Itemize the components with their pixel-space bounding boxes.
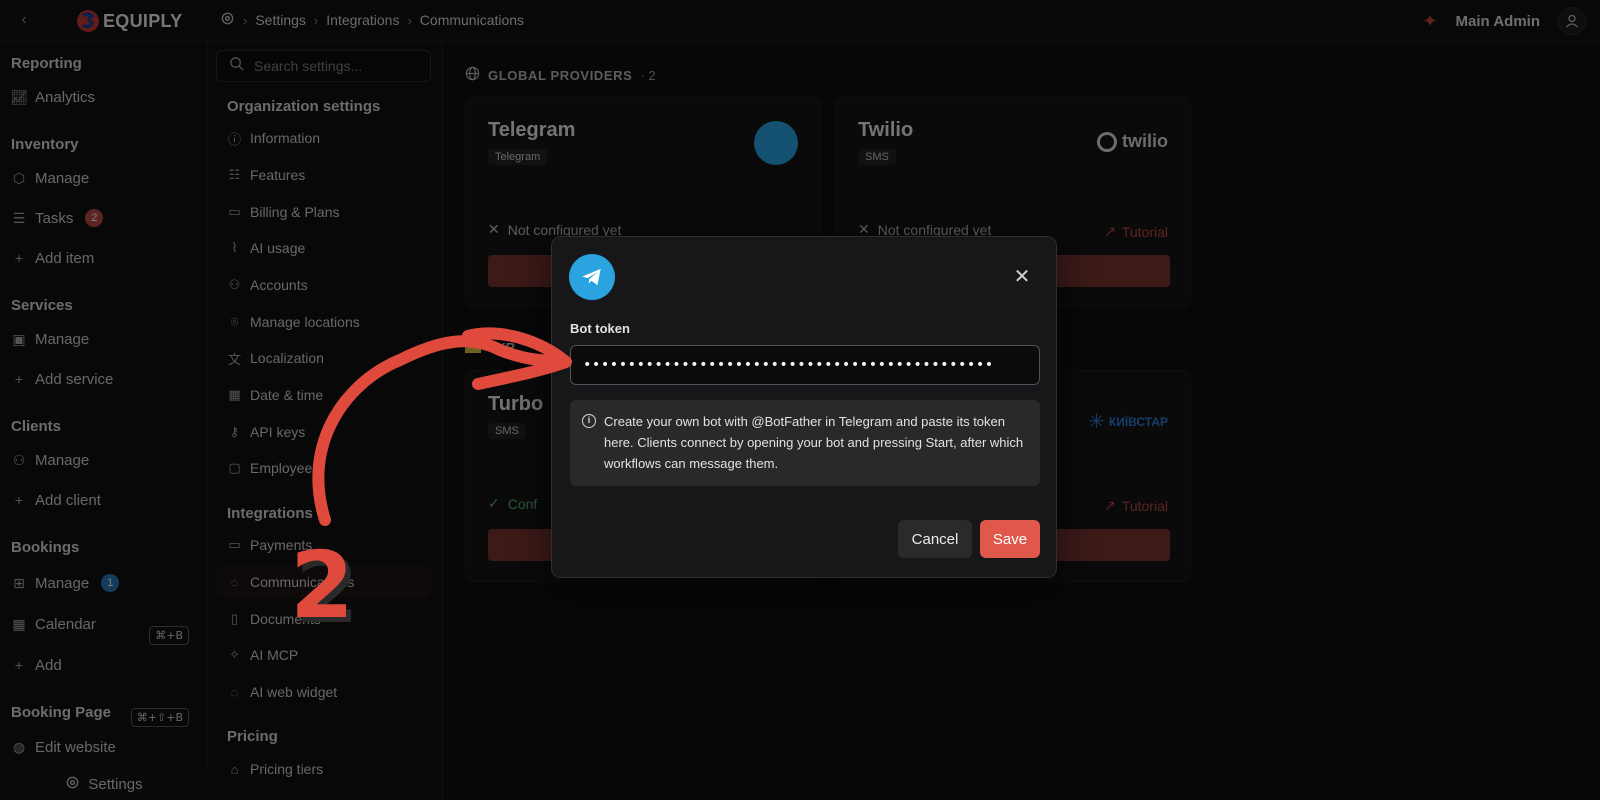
save-button[interactable]: Save bbox=[980, 520, 1040, 558]
step-number: 2 bbox=[290, 532, 355, 639]
info-icon: i bbox=[582, 414, 596, 428]
telegram-config-modal: ✕ Bot token i Create your own bot with @… bbox=[551, 236, 1057, 578]
telegram-icon bbox=[569, 254, 615, 300]
bot-token-input[interactable] bbox=[570, 345, 1040, 385]
cancel-button[interactable]: Cancel bbox=[898, 520, 972, 558]
close-icon[interactable]: ✕ bbox=[1012, 267, 1032, 287]
bot-token-label: Bot token bbox=[570, 321, 630, 336]
info-text: Create your own bot with @BotFather in T… bbox=[604, 414, 1024, 471]
info-box: i Create your own bot with @BotFather in… bbox=[570, 400, 1040, 486]
